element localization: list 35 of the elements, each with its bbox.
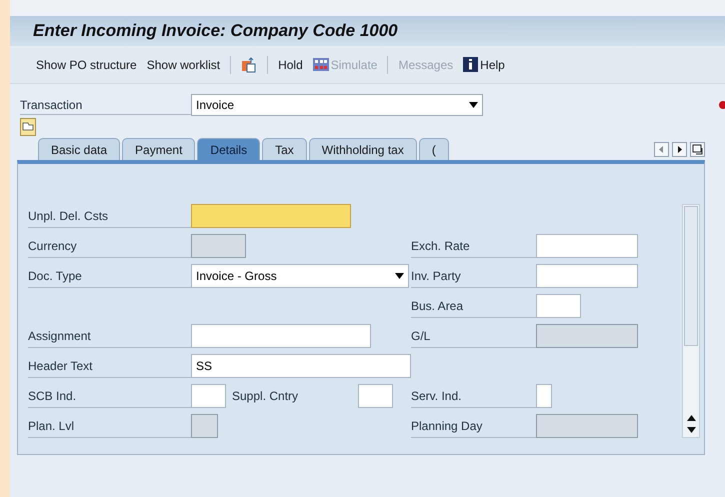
folder-icon[interactable] [20, 118, 36, 136]
input-field[interactable] [536, 264, 638, 288]
status-light-icon [719, 101, 725, 109]
transaction-dropdown[interactable]: Invoice [191, 94, 483, 116]
scroll-down-icon[interactable] [686, 427, 696, 433]
scroll-right-icon[interactable] [672, 142, 687, 157]
scroll-up-icon[interactable] [686, 415, 696, 421]
document-transfer-icon[interactable] [241, 56, 258, 72]
tab[interactable]: Details [197, 138, 260, 160]
input-field[interactable] [358, 384, 393, 408]
toolbar-button[interactable]: Hold [278, 56, 303, 74]
input-field[interactable] [191, 384, 226, 408]
caret-icon [469, 102, 478, 108]
input-field[interactable] [191, 204, 351, 228]
info-icon [463, 57, 478, 72]
input-field[interactable] [536, 294, 581, 318]
tab[interactable]: Tax [262, 138, 307, 160]
input-field[interactable] [536, 384, 552, 408]
field-label: Suppl. Cntry [231, 388, 300, 405]
input-field[interactable]: SS [191, 354, 411, 378]
window-title: Enter Incoming Invoice: Company Code 1000 [33, 20, 398, 42]
tab[interactable]: ( [418, 138, 449, 160]
tab-list-icon[interactable] [690, 142, 705, 157]
tab[interactable]: Withholding tax [308, 138, 417, 160]
caret-icon [395, 273, 404, 279]
help-button[interactable]: Help [463, 56, 505, 74]
tab[interactable]: Basic data [38, 138, 120, 160]
toolbar-button[interactable]: Show worklist [146, 56, 220, 74]
scrollbar[interactable] [682, 204, 700, 438]
toolbar-button[interactable]: Show PO structure [36, 56, 137, 74]
grid-icon [312, 58, 329, 71]
dropdown-field[interactable]: Invoice - Gross [191, 264, 409, 288]
input-field[interactable] [536, 234, 638, 258]
tab[interactable]: Payment [122, 138, 196, 160]
input-field[interactable] [191, 324, 371, 348]
